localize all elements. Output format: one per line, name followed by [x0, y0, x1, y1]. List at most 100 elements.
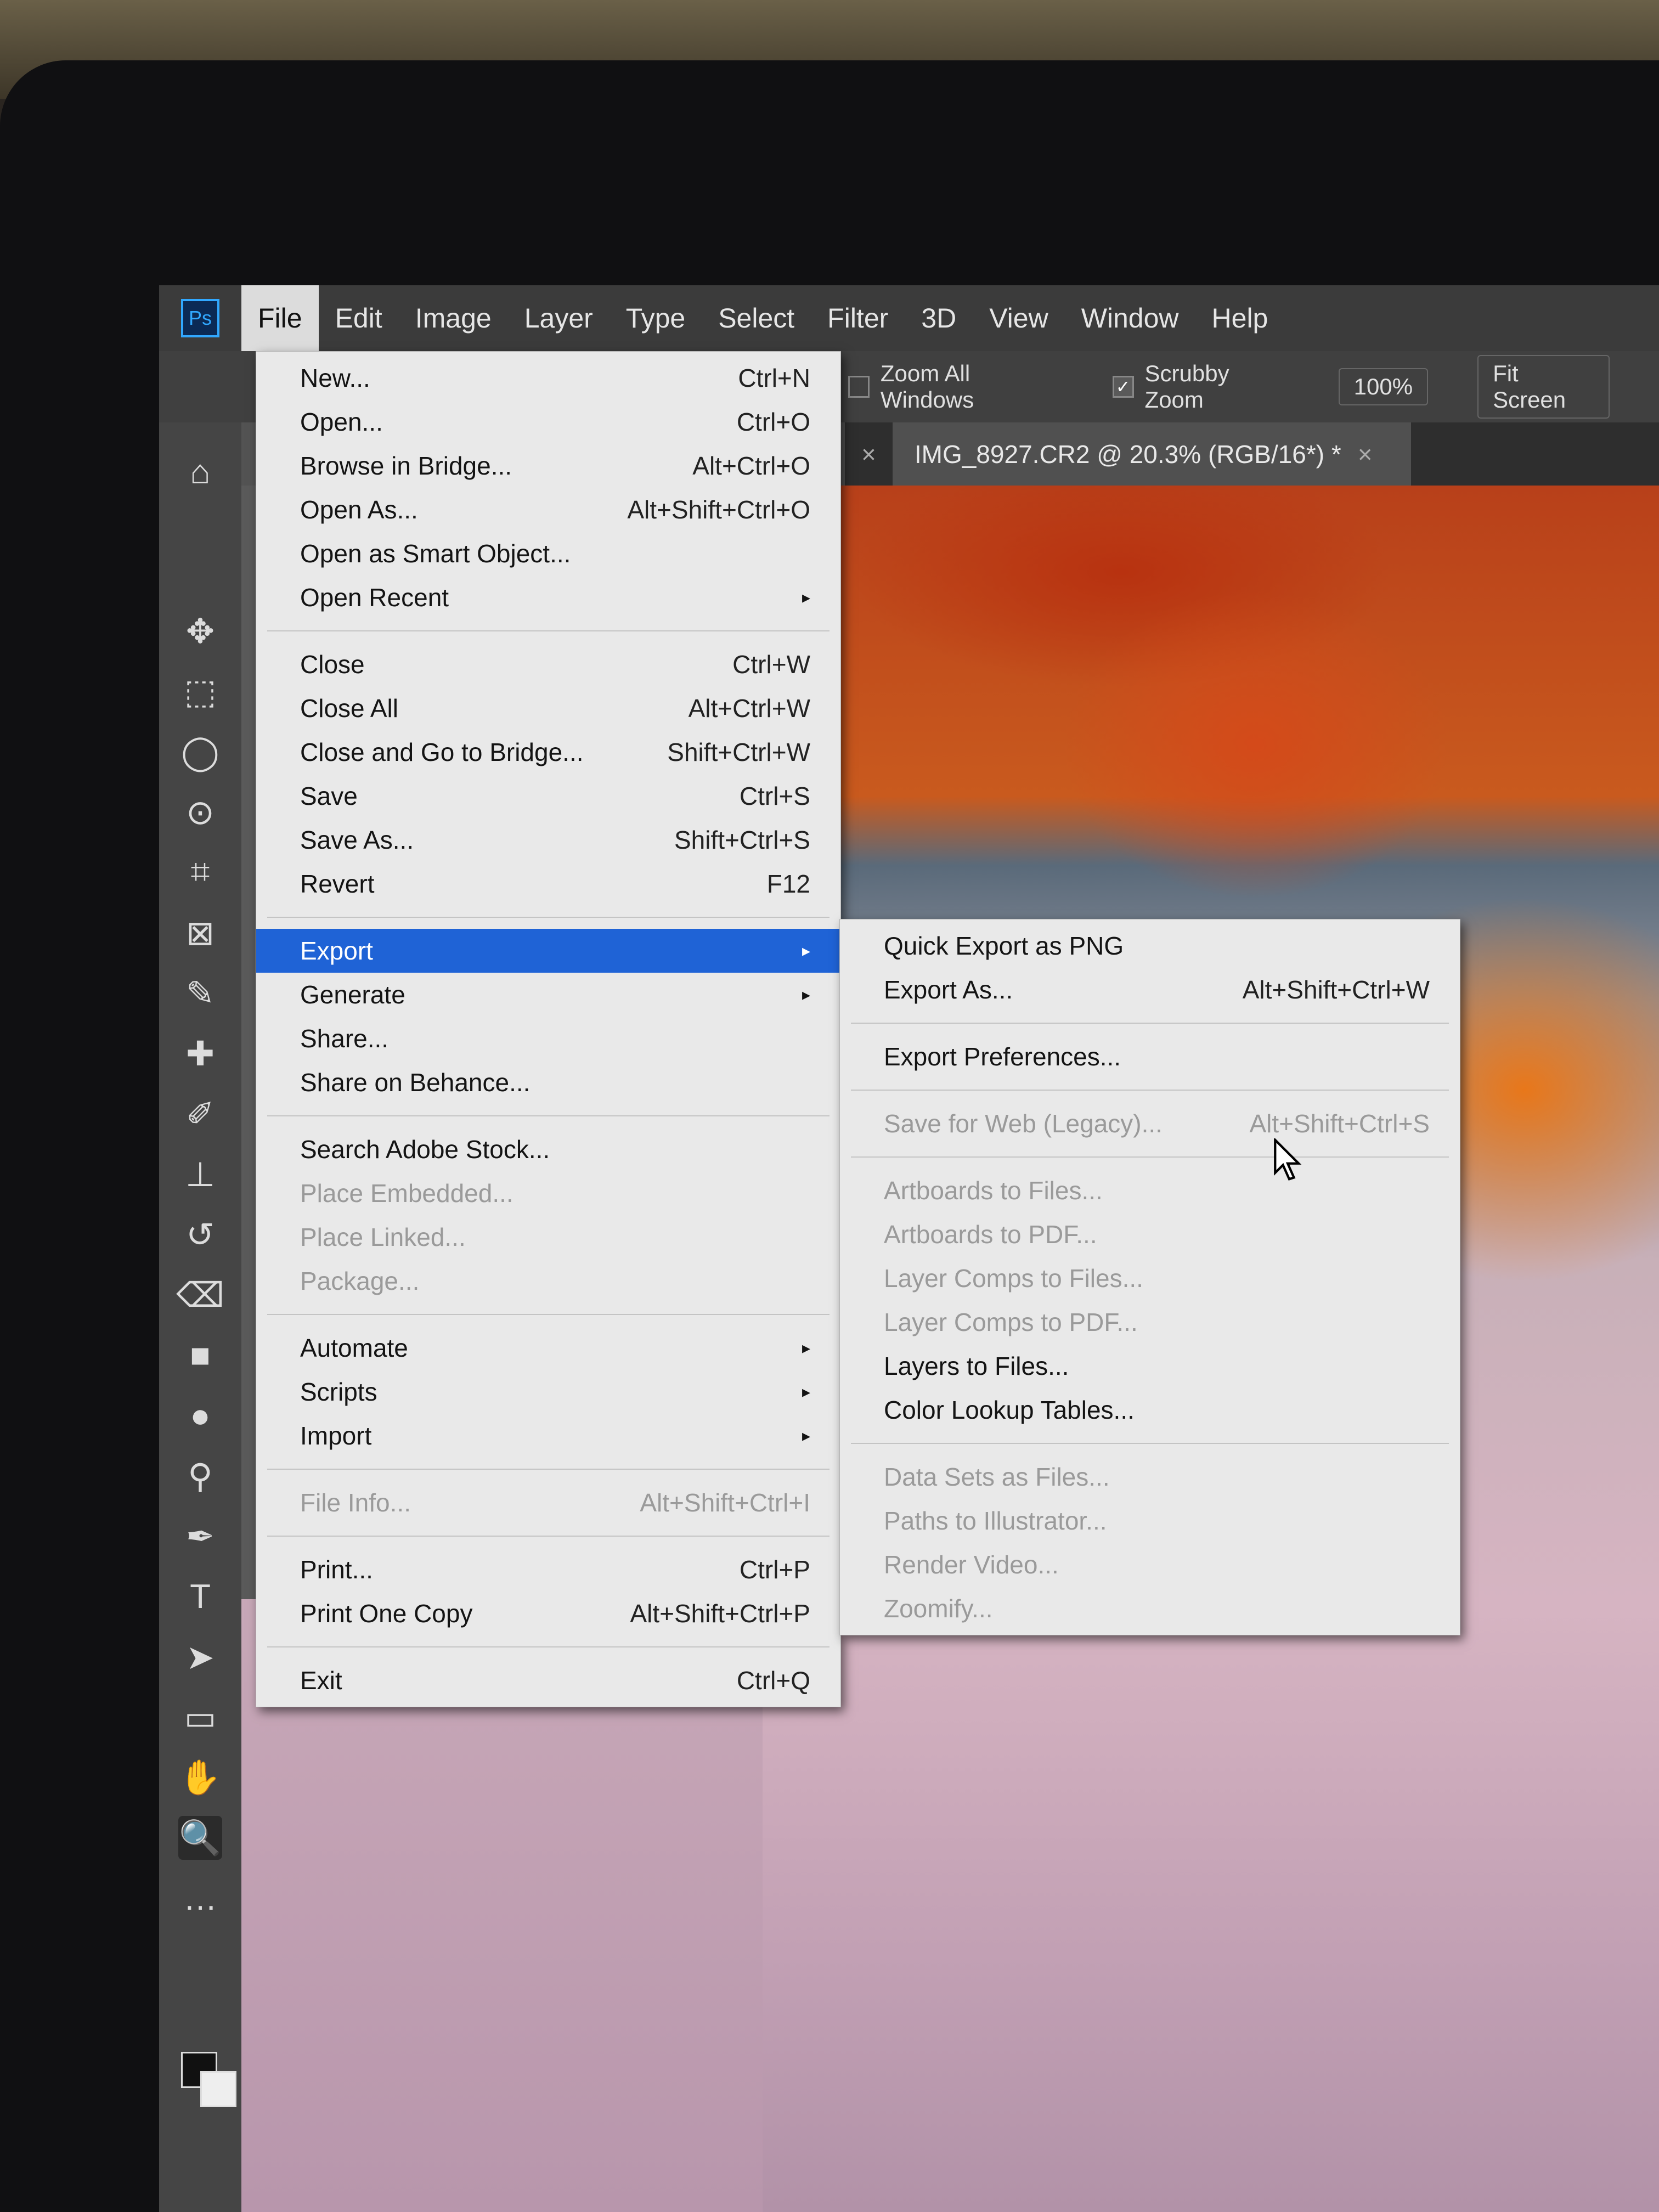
menu-item-export-preferences[interactable]: Export Preferences...: [840, 1035, 1460, 1079]
menu-item-scripts[interactable]: Scripts ▸: [256, 1370, 840, 1414]
menu-item-file-info[interactable]: File Info... Alt+Shift+Ctrl+I: [256, 1481, 840, 1525]
document-tab[interactable]: IMG_8927.CR2 @ 20.3% (RGB/16*) * ×: [892, 422, 1411, 486]
menu-item-zoomify[interactable]: Zoomify...: [840, 1587, 1460, 1630]
menu-item-label: Scripts: [300, 1378, 377, 1406]
zoom-100-button[interactable]: 100%: [1338, 368, 1429, 405]
zoom-icon[interactable]: 🔍: [178, 1816, 222, 1860]
menu-separator: [267, 1469, 830, 1470]
menu-item-save-for-web-legacy[interactable]: Save for Web (Legacy)... Alt+Shift+Ctrl+S: [840, 1102, 1460, 1146]
menu-item-render-video[interactable]: Render Video...: [840, 1543, 1460, 1587]
export-submenu: Quick Export as PNG Export As... Alt+Shift…: [839, 919, 1460, 1635]
menu-item-label: Import: [300, 1421, 372, 1450]
marquee-icon[interactable]: ⬚: [178, 669, 222, 713]
menu-3d[interactable]: 3D: [905, 285, 973, 351]
menu-select[interactable]: Select: [702, 285, 811, 351]
move-icon[interactable]: ✥: [178, 609, 222, 653]
more-icon[interactable]: …: [178, 1876, 222, 1920]
menu-item-new[interactable]: New... Ctrl+N: [256, 356, 840, 400]
menu-item-label: Artboards to Files...: [884, 1176, 1103, 1205]
menu-item-print[interactable]: Print... Ctrl+P: [256, 1548, 840, 1592]
menu-item-place-linked[interactable]: Place Linked...: [256, 1215, 840, 1259]
frame-icon[interactable]: ⊠: [178, 911, 222, 955]
menu-item-browse-in-bridge[interactable]: Browse in Bridge... Alt+Ctrl+O: [256, 444, 840, 488]
crop-icon[interactable]: ⌗: [178, 850, 222, 894]
menu-item-automate[interactable]: Automate ▸: [256, 1326, 840, 1370]
menu-item-export[interactable]: Export ▸: [256, 929, 840, 973]
rectangle-icon[interactable]: ▭: [178, 1695, 222, 1739]
menu-item-close-and-go-to-bridge[interactable]: Close and Go to Bridge... Shift+Ctrl+W: [256, 730, 840, 774]
history-brush-icon[interactable]: ↺: [178, 1212, 222, 1256]
menu-help[interactable]: Help: [1195, 285, 1285, 351]
close-icon[interactable]: ×: [861, 439, 876, 469]
menu-type[interactable]: Type: [610, 285, 702, 351]
home-icon[interactable]: ⌂: [178, 450, 222, 494]
menu-item-save[interactable]: Save Ctrl+S: [256, 774, 840, 818]
menu-item-close-all[interactable]: Close All Alt+Ctrl+W: [256, 686, 840, 730]
background-color-swatch[interactable]: [200, 2071, 236, 2107]
menu-item-artboards-to-files[interactable]: Artboards to Files...: [840, 1169, 1460, 1212]
gradient-icon[interactable]: ■: [178, 1333, 222, 1377]
hand-icon[interactable]: ✋: [178, 1756, 222, 1799]
menu-layer[interactable]: Layer: [508, 285, 610, 351]
menu-item-save-as[interactable]: Save As... Shift+Ctrl+S: [256, 818, 840, 862]
menu-item-label: Save for Web (Legacy)...: [884, 1109, 1163, 1138]
menu-item-share-on-behance[interactable]: Share on Behance...: [256, 1060, 840, 1104]
menu-item-search-adobe-stock[interactable]: Search Adobe Stock...: [256, 1127, 840, 1171]
menu-item-data-sets-as-files[interactable]: Data Sets as Files...: [840, 1455, 1460, 1499]
menu-item-layer-comps-to-files[interactable]: Layer Comps to Files...: [840, 1256, 1460, 1300]
menu-item-label: Color Lookup Tables...: [884, 1396, 1135, 1424]
menu-item-close[interactable]: Close Ctrl+W: [256, 642, 840, 686]
menu-bar: Ps File Edit Image Layer Type Select Fil…: [159, 285, 1659, 351]
type-icon[interactable]: T: [178, 1575, 222, 1618]
blur-icon[interactable]: ●: [178, 1393, 222, 1437]
menu-item-place-embedded[interactable]: Place Embedded...: [256, 1171, 840, 1215]
menu-filter[interactable]: Filter: [811, 285, 905, 351]
menu-item-share[interactable]: Share...: [256, 1017, 840, 1060]
menu-item-open[interactable]: Open... Ctrl+O: [256, 400, 840, 444]
menu-item-layer-comps-to-pdf[interactable]: Layer Comps to PDF...: [840, 1300, 1460, 1344]
zoom-all-windows-checkbox[interactable]: [848, 376, 870, 398]
menu-item-open-recent[interactable]: Open Recent ▸: [256, 575, 840, 619]
fit-screen-button[interactable]: Fit Screen: [1477, 355, 1610, 419]
tab-close-icon[interactable]: ×: [1358, 439, 1373, 469]
pen-icon[interactable]: ✒: [178, 1514, 222, 1558]
menu-item-quick-export-as-png[interactable]: Quick Export as PNG: [840, 924, 1460, 968]
menu-item-open-as-smart-object[interactable]: Open as Smart Object...: [256, 532, 840, 575]
menu-item-artboards-to-pdf[interactable]: Artboards to PDF...: [840, 1212, 1460, 1256]
eyedropper-icon[interactable]: ✎: [178, 971, 222, 1015]
path-select-icon[interactable]: ➤: [178, 1635, 222, 1679]
menu-window[interactable]: Window: [1065, 285, 1195, 351]
menu-image[interactable]: Image: [399, 285, 508, 351]
menu-edit[interactable]: Edit: [319, 285, 399, 351]
menu-item-package[interactable]: Package...: [256, 1259, 840, 1303]
menu-item-paths-to-illustrator[interactable]: Paths to Illustrator...: [840, 1499, 1460, 1543]
photoshop-logo-icon: Ps: [181, 299, 219, 337]
dodge-icon[interactable]: ⚲: [178, 1454, 222, 1498]
menu-item-label: Place Linked...: [300, 1223, 466, 1251]
stamp-icon[interactable]: ⊥: [178, 1152, 222, 1196]
menu-view[interactable]: View: [973, 285, 1064, 351]
menu-item-shortcut: Ctrl+W: [732, 650, 810, 679]
menu-item-shortcut: Ctrl+N: [738, 364, 810, 392]
menu-item-layers-to-files[interactable]: Layers to Files...: [840, 1344, 1460, 1388]
menu-separator: [267, 630, 830, 631]
brush-icon[interactable]: ✐: [178, 1092, 222, 1136]
menu-item-generate[interactable]: Generate ▸: [256, 973, 840, 1017]
scrubby-zoom-option[interactable]: ✓ Scrubby Zoom: [1112, 360, 1289, 413]
scrubby-zoom-checkbox[interactable]: ✓: [1112, 376, 1134, 398]
menu-item-shortcut: Alt+Shift+Ctrl+P: [630, 1599, 810, 1628]
menu-item-color-lookup-tables[interactable]: Color Lookup Tables...: [840, 1388, 1460, 1432]
healing-icon[interactable]: ✚: [178, 1031, 222, 1075]
menu-item-revert[interactable]: Revert F12: [256, 862, 840, 906]
zoom-all-windows-option[interactable]: Zoom All Windows: [848, 360, 1063, 413]
menu-file[interactable]: File: [241, 285, 319, 351]
document-tab-bar: × IMG_8927.CR2 @ 20.3% (RGB/16*) * ×: [845, 422, 1659, 486]
menu-item-import[interactable]: Import ▸: [256, 1414, 840, 1458]
menu-item-export-as[interactable]: Export As... Alt+Shift+Ctrl+W: [840, 968, 1460, 1012]
menu-item-print-one-copy[interactable]: Print One Copy Alt+Shift+Ctrl+P: [256, 1592, 840, 1635]
menu-item-exit[interactable]: Exit Ctrl+Q: [256, 1658, 840, 1702]
quick-select-icon[interactable]: ⊙: [178, 790, 222, 834]
lasso-icon[interactable]: ◯: [178, 730, 222, 774]
eraser-icon[interactable]: ⌫: [176, 1273, 224, 1317]
menu-item-open-as[interactable]: Open As... Alt+Shift+Ctrl+O: [256, 488, 840, 532]
